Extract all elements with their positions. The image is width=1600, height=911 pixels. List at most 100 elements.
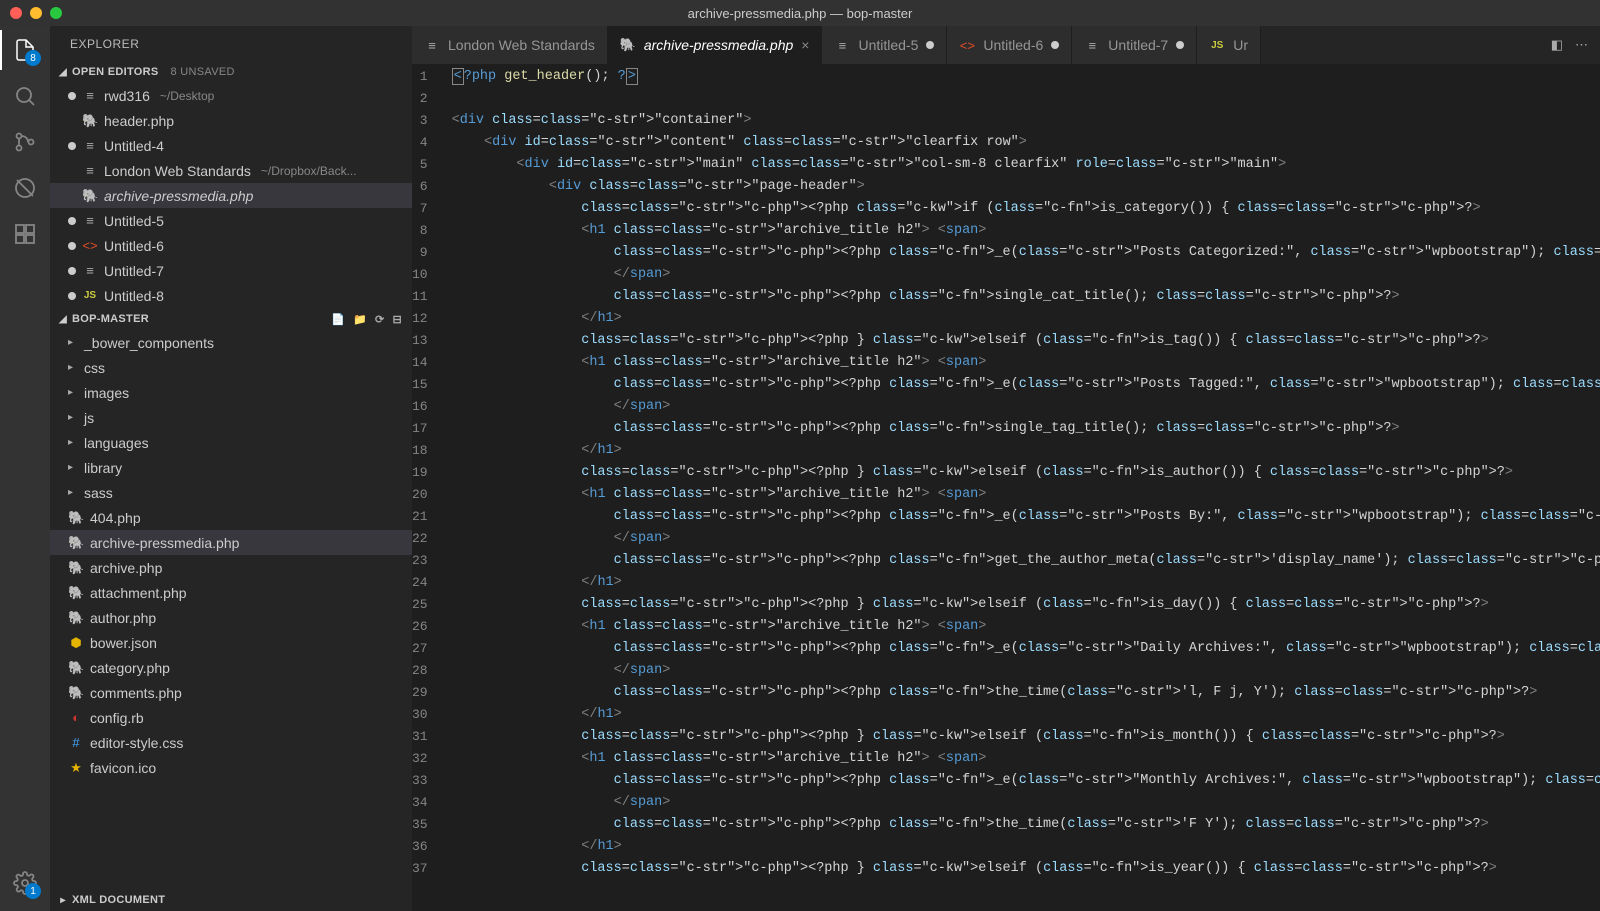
- split-editor-icon[interactable]: ◧: [1551, 37, 1563, 53]
- open-editors-header[interactable]: ◢ OPEN EDITORS 8 UNSAVED: [50, 61, 412, 83]
- editor-tab[interactable]: ≡ Untitled-7: [1072, 26, 1197, 64]
- code-line[interactable]: class=class="c-str">"c-php"><?php class=…: [452, 814, 1600, 836]
- code-line[interactable]: <div id=class="c-str">"content" class=cl…: [452, 132, 1600, 154]
- code-line[interactable]: class=class="c-str">"c-php"><?php class=…: [452, 506, 1600, 528]
- zoom-window-button[interactable]: [50, 7, 62, 19]
- tree-file[interactable]: 🐘author.php: [50, 605, 412, 630]
- tree-file[interactable]: 🐘comments.php: [50, 680, 412, 705]
- collapse-all-icon[interactable]: ⊟: [392, 313, 402, 326]
- source-control-icon[interactable]: [11, 128, 39, 156]
- editor-body[interactable]: 1234567891011121314151617181920212223242…: [412, 64, 1600, 911]
- tree-file[interactable]: ★favicon.ico: [50, 755, 412, 780]
- tree-folder[interactable]: ▸ css: [50, 355, 412, 380]
- code-line[interactable]: </h1>: [452, 572, 1600, 594]
- close-window-button[interactable]: [10, 7, 22, 19]
- tab-filename: Untitled-7: [1108, 37, 1168, 53]
- code-line[interactable]: class=class="c-str">"c-php"><?php class=…: [452, 550, 1600, 572]
- xml-document-header[interactable]: ▸ XML DOCUMENT: [50, 889, 412, 911]
- tree-folder[interactable]: ▸images: [50, 380, 412, 405]
- code-line[interactable]: <?php get_header(); ?>: [452, 66, 1600, 88]
- editor-tab[interactable]: 🐘archive-pressmedia.php×: [608, 26, 823, 64]
- explorer-icon[interactable]: 8: [11, 36, 39, 64]
- code-line[interactable]: </h1>: [452, 308, 1600, 330]
- editor-tab[interactable]: ≡Untitled-5: [822, 26, 947, 64]
- tree-folder[interactable]: ▸library: [50, 455, 412, 480]
- project-header[interactable]: ◢ BOP-MASTER 📄 📁 ⟳ ⊟: [50, 308, 412, 330]
- tree-folder[interactable]: ▸js: [50, 405, 412, 430]
- code-line[interactable]: [452, 88, 1600, 110]
- minimize-window-button[interactable]: [30, 7, 42, 19]
- editor-tab[interactable]: ≡London Web Standards: [412, 26, 608, 64]
- open-editor-item[interactable]: ≡London Web Standards~/Dropbox/Back...: [50, 158, 412, 183]
- code-line[interactable]: class=class="c-str">"c-php"><?php class=…: [452, 682, 1600, 704]
- code-line[interactable]: </span>: [452, 396, 1600, 418]
- code-line[interactable]: class=class="c-str">"c-php"><?php class=…: [452, 242, 1600, 264]
- open-editor-item[interactable]: ≡Untitled-7: [50, 258, 412, 283]
- code-line[interactable]: <h1 class=class="c-str">"archive_title h…: [452, 220, 1600, 242]
- tree-folder[interactable]: ▸languages: [50, 430, 412, 455]
- code-line[interactable]: class=class="c-str">"c-php"><?php class=…: [452, 770, 1600, 792]
- code-line[interactable]: class=class="c-str">"c-php"><?php class=…: [452, 418, 1600, 440]
- code-line[interactable]: class=class="c-str">"c-php"><?php } clas…: [452, 594, 1600, 616]
- debug-icon[interactable]: [11, 174, 39, 202]
- code-line[interactable]: class=class="c-str">"c-php"><?php class=…: [452, 198, 1600, 220]
- search-icon[interactable]: [11, 82, 39, 110]
- tree-folder[interactable]: ▸_bower_components: [50, 330, 412, 355]
- open-editor-item[interactable]: JSUntitled-8: [50, 283, 412, 308]
- tree-file[interactable]: ⬢bower.json: [50, 630, 412, 655]
- open-editor-item[interactable]: ≡rwd316~/Desktop: [50, 83, 412, 108]
- code-line[interactable]: <h1 class=class="c-str">"archive_title h…: [452, 484, 1600, 506]
- tree-file[interactable]: 🐘category.php: [50, 655, 412, 680]
- code-line[interactable]: </span>: [452, 660, 1600, 682]
- close-tab-icon[interactable]: ×: [801, 37, 809, 53]
- code-line[interactable]: <h1 class=class="c-str">"archive_title h…: [452, 352, 1600, 374]
- more-actions-icon[interactable]: ⋯: [1575, 37, 1588, 53]
- tree-folder[interactable]: ▸sass: [50, 480, 412, 505]
- new-file-icon[interactable]: 📄: [331, 313, 345, 326]
- code-line[interactable]: </span>: [452, 264, 1600, 286]
- open-editor-item[interactable]: 🐘header.php: [50, 108, 412, 133]
- code-line[interactable]: </h1>: [452, 704, 1600, 726]
- tree-file[interactable]: 🐘attachment.php: [50, 580, 412, 605]
- code-line[interactable]: class=class="c-str">"c-php"><?php } clas…: [452, 858, 1600, 880]
- editor-tab[interactable]: <>Untitled-6: [947, 26, 1072, 64]
- code-line[interactable]: class=class="c-str">"c-php"><?php } clas…: [452, 726, 1600, 748]
- code-line[interactable]: </span>: [452, 792, 1600, 814]
- open-editor-filename: Untitled-7: [104, 263, 164, 279]
- code-line[interactable]: class=class="c-str">"c-php"><?php class=…: [452, 638, 1600, 660]
- project-name: BOP-MASTER: [72, 313, 149, 325]
- new-folder-icon[interactable]: 📁: [353, 313, 367, 326]
- tree-file[interactable]: #editor-style.css: [50, 730, 412, 755]
- tree-file[interactable]: 🐘archive-pressmedia.php: [50, 530, 412, 555]
- code-area[interactable]: <?php get_header(); ?> <div class=class=…: [452, 64, 1600, 911]
- code-line[interactable]: <div class=class="c-str">"container">: [452, 110, 1600, 132]
- code-line[interactable]: </h1>: [452, 440, 1600, 462]
- open-editor-item[interactable]: ≡Untitled-5: [50, 208, 412, 233]
- open-editor-item[interactable]: <>Untitled-6: [50, 233, 412, 258]
- window-title: archive-pressmedia.php — bop-master: [688, 6, 913, 21]
- open-editor-item[interactable]: 🐘archive-pressmedia.php: [50, 183, 412, 208]
- explorer-badge: 8: [25, 50, 41, 66]
- code-line[interactable]: <div class=class="c-str">"page-header">: [452, 176, 1600, 198]
- settings-gear-icon[interactable]: 1: [11, 869, 39, 897]
- code-line[interactable]: class=class="c-str">"c-php"><?php } clas…: [452, 462, 1600, 484]
- code-line[interactable]: class=class="c-str">"c-php"><?php } clas…: [452, 330, 1600, 352]
- file-type-icon: ≡: [1084, 38, 1100, 53]
- line-number: 33: [412, 770, 428, 792]
- tree-file[interactable]: 🐘archive.php: [50, 555, 412, 580]
- code-line[interactable]: </span>: [452, 528, 1600, 550]
- chevron-right-icon: ▸: [68, 362, 78, 373]
- code-line[interactable]: <h1 class=class="c-str">"archive_title h…: [452, 616, 1600, 638]
- refresh-icon[interactable]: ⟳: [375, 313, 385, 326]
- code-line[interactable]: class=class="c-str">"c-php"><?php class=…: [452, 286, 1600, 308]
- code-line[interactable]: <h1 class=class="c-str">"archive_title h…: [452, 748, 1600, 770]
- editor-tab[interactable]: JSUr: [1197, 26, 1261, 64]
- code-line[interactable]: <div id=class="c-str">"main" class=class…: [452, 154, 1600, 176]
- tree-file[interactable]: ◐config.rb: [50, 705, 412, 730]
- code-line[interactable]: class=class="c-str">"c-php"><?php class=…: [452, 374, 1600, 396]
- extensions-icon[interactable]: [11, 220, 39, 248]
- tree-file[interactable]: 🐘404.php: [50, 505, 412, 530]
- code-line[interactable]: </h1>: [452, 836, 1600, 858]
- folder-name: css: [84, 360, 105, 376]
- open-editor-item[interactable]: ≡Untitled-4: [50, 133, 412, 158]
